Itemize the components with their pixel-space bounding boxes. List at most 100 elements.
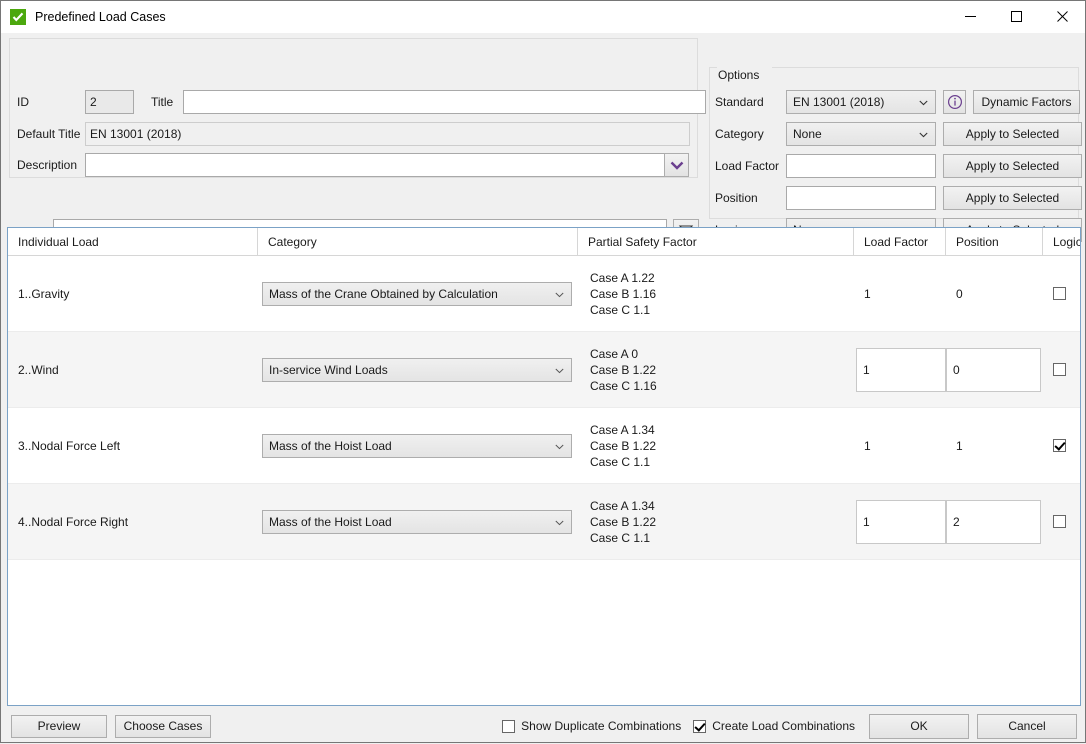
cell-position[interactable]: 1 xyxy=(946,408,1043,483)
cancel-button[interactable]: Cancel xyxy=(977,714,1077,739)
create-load-combinations-checkbox[interactable]: Create Load Combinations xyxy=(693,719,855,733)
cell-position[interactable]: 0 xyxy=(946,256,1043,331)
table-header-logic[interactable]: Logic xyxy=(1043,228,1080,255)
maximize-icon[interactable] xyxy=(993,1,1039,32)
description-label: Description xyxy=(17,158,85,172)
show-duplicate-combinations-checkbox[interactable]: Show Duplicate Combinations xyxy=(502,719,681,733)
window-title: Predefined Load Cases xyxy=(35,10,947,24)
psf-line: Case C 1.1 xyxy=(590,454,650,470)
category-row-select[interactable]: In-service Wind Loads xyxy=(262,358,572,382)
psf-line: Case A 1.34 xyxy=(590,498,655,514)
cell-category: Mass of the Hoist Load xyxy=(258,484,578,559)
table-row[interactable]: 4..Nodal Force RightMass of the Hoist Lo… xyxy=(8,484,1080,560)
chevron-down-icon xyxy=(555,287,564,301)
table-header-label: Load Factor xyxy=(864,235,928,249)
psf-line: Case C 1.1 xyxy=(590,302,650,318)
id-row: ID 2 Title xyxy=(17,90,706,114)
load-factor-apply-to-selected-button[interactable]: Apply to Selected xyxy=(943,154,1082,178)
info-icon[interactable] xyxy=(943,90,966,114)
position-input[interactable] xyxy=(786,186,936,210)
psf-line: Case B 1.16 xyxy=(590,286,656,302)
cell-individual-load[interactable]: 3..Nodal Force Left xyxy=(8,408,258,483)
description-input[interactable] xyxy=(85,153,665,177)
position-cell-input[interactable]: 2 xyxy=(946,500,1041,544)
cell-partial-safety-factor: Case A 1.22Case B 1.16Case C 1.1 xyxy=(578,256,854,331)
category-select[interactable]: None xyxy=(786,122,936,146)
id-label: ID xyxy=(17,95,85,109)
chevron-down-icon xyxy=(555,515,564,529)
category-select-value: None xyxy=(793,127,822,141)
table-body: 1..GravityMass of the Crane Obtained by … xyxy=(8,256,1080,560)
cell-individual-load[interactable]: 2..Wind xyxy=(8,332,258,407)
dynamic-factors-button[interactable]: Dynamic Factors xyxy=(973,90,1080,114)
description-dropdown-button[interactable] xyxy=(664,153,689,177)
cell-logic xyxy=(1043,484,1080,559)
position-label: Position xyxy=(715,191,786,205)
table-header: Individual Load Category Partial Safety Fa… xyxy=(8,228,1080,256)
table-header-individual_load[interactable]: Individual Load xyxy=(8,228,258,255)
standard-select[interactable]: EN 13001 (2018) xyxy=(786,90,936,114)
psf-line: Case C 1.16 xyxy=(590,378,657,394)
cell-partial-safety-factor: Case A 0Case B 1.22Case C 1.16 xyxy=(578,332,854,407)
category-row-select[interactable]: Mass of the Hoist Load xyxy=(262,434,572,458)
ok-button[interactable]: OK xyxy=(869,714,969,739)
predefined-load-cases-dialog: Predefined Load Cases ID 2 Title Default… xyxy=(0,0,1086,743)
load-factor-label: Load Factor xyxy=(715,159,786,173)
table-header-category[interactable]: Category xyxy=(258,228,578,255)
cell-load-factor[interactable]: 1 xyxy=(854,332,946,407)
title-bar: Predefined Load Cases xyxy=(1,1,1085,33)
category-row: Category None Apply to Selected xyxy=(715,122,1082,146)
position-row: Position Apply to Selected xyxy=(715,186,1082,210)
logic-checkbox[interactable] xyxy=(1053,439,1066,452)
category-label: Category xyxy=(715,127,786,141)
cell-partial-safety-factor: Case A 1.34Case B 1.22Case C 1.1 xyxy=(578,484,854,559)
cell-load-factor[interactable]: 1 xyxy=(854,256,946,331)
logic-checkbox[interactable] xyxy=(1053,515,1066,528)
table-row[interactable]: 1..GravityMass of the Crane Obtained by … xyxy=(8,256,1080,332)
position-apply-to-selected-button[interactable]: Apply to Selected xyxy=(943,186,1082,210)
window-controls xyxy=(947,1,1085,32)
cell-individual-load[interactable]: 4..Nodal Force Right xyxy=(8,484,258,559)
description-row: Description xyxy=(17,153,689,177)
choose-cases-button[interactable]: Choose Cases xyxy=(115,715,211,738)
cell-logic xyxy=(1043,408,1080,483)
chevron-down-icon xyxy=(670,161,684,170)
table-header-load_factor[interactable]: Load Factor xyxy=(854,228,946,255)
category-row-select[interactable]: Mass of the Crane Obtained by Calculatio… xyxy=(262,282,572,306)
cell-individual-load[interactable]: 1..Gravity xyxy=(8,256,258,331)
load-factor-input[interactable] xyxy=(786,154,936,178)
table-row[interactable]: 2..WindIn-service Wind LoadsCase A 0Case… xyxy=(8,332,1080,408)
table-header-label: Logic xyxy=(1053,235,1081,249)
minimize-icon[interactable] xyxy=(947,1,993,32)
checkbox-box[interactable] xyxy=(693,720,706,733)
load-factor-cell-input[interactable]: 1 xyxy=(856,500,946,544)
load-factor-cell-input[interactable]: 1 xyxy=(856,348,946,392)
psf-line: Case A 0 xyxy=(590,346,638,362)
chevron-down-icon xyxy=(555,363,564,377)
cell-load-factor[interactable]: 1 xyxy=(854,408,946,483)
psf-line: Case A 1.22 xyxy=(590,270,655,286)
logic-checkbox[interactable] xyxy=(1053,363,1066,376)
table-header-position[interactable]: Position xyxy=(946,228,1043,255)
checkbox-box[interactable] xyxy=(502,720,515,733)
close-icon[interactable] xyxy=(1039,1,1085,32)
cell-category: Mass of the Hoist Load xyxy=(258,408,578,483)
table-header-label: Position xyxy=(956,235,999,249)
cell-partial-safety-factor: Case A 1.34Case B 1.22Case C 1.1 xyxy=(578,408,854,483)
chevron-down-icon xyxy=(919,127,928,141)
table-row[interactable]: 3..Nodal Force LeftMass of the Hoist Loa… xyxy=(8,408,1080,484)
category-row-select[interactable]: Mass of the Hoist Load xyxy=(262,510,572,534)
position-cell-input[interactable]: 0 xyxy=(946,348,1041,392)
table-header-partial_safety_factor[interactable]: Partial Safety Factor xyxy=(578,228,854,255)
cell-load-factor[interactable]: 1 xyxy=(854,484,946,559)
standard-select-value: EN 13001 (2018) xyxy=(793,95,884,109)
id-field[interactable]: 2 xyxy=(85,90,134,114)
logic-checkbox[interactable] xyxy=(1053,287,1066,300)
cell-position[interactable]: 2 xyxy=(946,484,1043,559)
preview-button[interactable]: Preview xyxy=(11,715,107,738)
category-apply-to-selected-button[interactable]: Apply to Selected xyxy=(943,122,1082,146)
title-input[interactable] xyxy=(183,90,706,114)
load-factor-row: Load Factor Apply to Selected xyxy=(715,154,1082,178)
table-header-label: Category xyxy=(268,235,317,249)
cell-position[interactable]: 0 xyxy=(946,332,1043,407)
